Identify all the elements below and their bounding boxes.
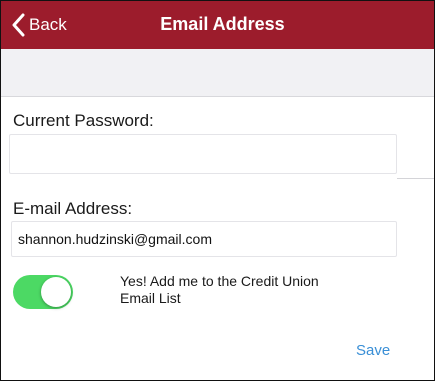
divider [397,178,434,179]
header-spacer [1,49,434,97]
toggle-knob [41,277,71,307]
email-list-toggle-label: Yes! Add me to the Credit Union Email Li… [120,273,319,306]
email-address-label: E-mail Address: [13,199,133,218]
divider [1,96,434,97]
screen-frame: Back Email Address Current Password: E-m… [0,0,435,381]
page-title: Email Address [160,14,285,34]
save-button[interactable]: Save [356,342,390,359]
navigation-bar: Back Email Address [1,1,434,49]
current-password-label: Current Password: [13,111,154,130]
email-address-input[interactable] [11,221,397,257]
email-list-toggle[interactable] [13,275,73,309]
current-password-input[interactable] [9,134,397,174]
